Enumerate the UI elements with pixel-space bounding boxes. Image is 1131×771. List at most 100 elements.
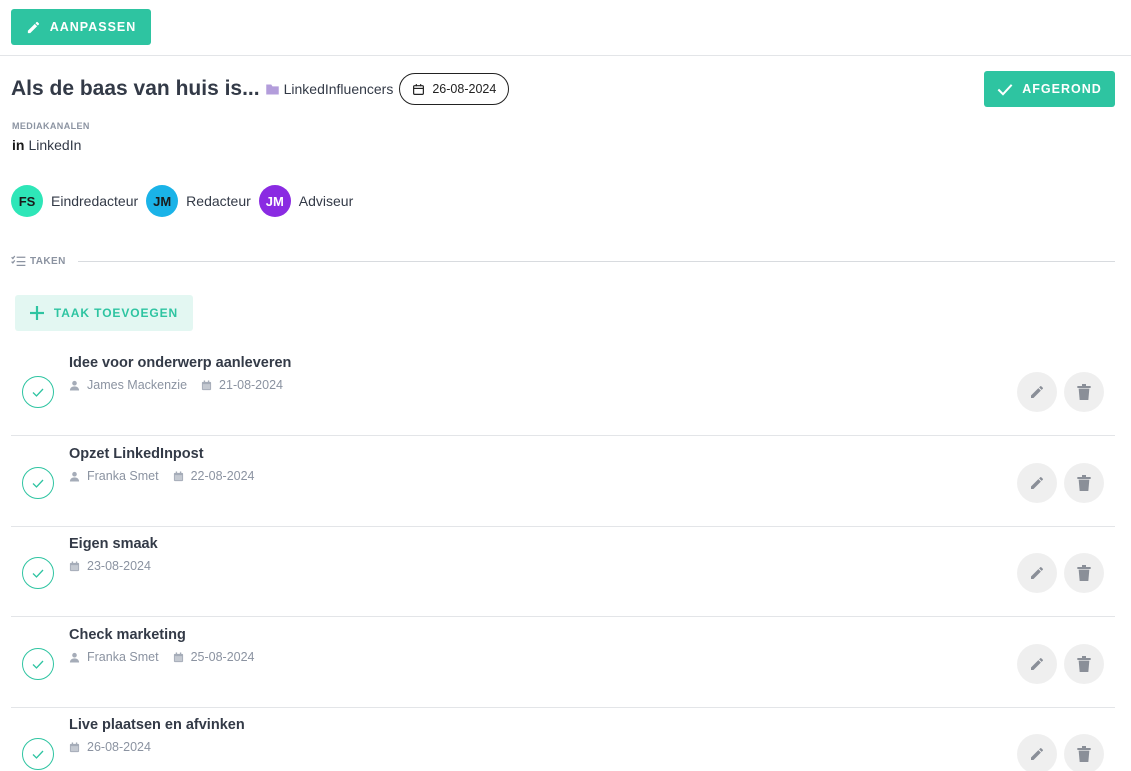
completed-button[interactable]: AFGEROND <box>984 71 1115 107</box>
member-role: Eindredacteur <box>51 193 139 209</box>
task-meta: 26-08-2024 <box>69 740 165 754</box>
task-row: Eigen smaak 23-08-2024 <box>11 527 1115 617</box>
edit-task-button[interactable] <box>1017 463 1057 503</box>
folder-link[interactable]: LinkedInfluencers <box>265 81 394 97</box>
edit-button[interactable]: AANPASSEN <box>11 9 151 45</box>
task-assignee: Franka Smet <box>69 469 159 483</box>
task-assignee-name: Franka Smet <box>87 469 159 483</box>
user-icon <box>69 471 80 482</box>
folder-icon <box>265 84 279 94</box>
task-complete-toggle[interactable] <box>22 557 54 589</box>
due-date-pill[interactable]: 26-08-2024 <box>399 73 510 105</box>
delete-task-button[interactable] <box>1064 372 1104 412</box>
edit-task-button[interactable] <box>1017 644 1057 684</box>
folder-name: LinkedInfluencers <box>283 81 394 97</box>
task-meta: Franka Smet 25-08-2024 <box>69 650 269 664</box>
calendar-icon <box>201 379 212 391</box>
user-icon <box>69 380 80 391</box>
task-assignee-name: Franka Smet <box>87 650 159 664</box>
task-title[interactable]: Opzet LinkedInpost <box>69 446 204 462</box>
task-date: 25-08-2024 <box>173 650 255 664</box>
task-complete-toggle[interactable] <box>22 467 54 499</box>
page-title: Als de baas van huis is... <box>11 77 260 100</box>
task-row: Opzet LinkedInpost Franka Smet 22-08-2024 <box>11 437 1115 527</box>
plus-icon <box>29 306 44 320</box>
edit-task-button[interactable] <box>1017 553 1057 593</box>
task-date-value: 23-08-2024 <box>87 559 151 573</box>
task-meta: Franka Smet 22-08-2024 <box>69 469 269 483</box>
check-icon <box>997 83 1013 96</box>
user-icon <box>69 652 80 663</box>
team-member: FS Eindredacteur <box>11 185 138 217</box>
task-title[interactable]: Check marketing <box>69 627 186 643</box>
tasks-section-header: TAKEN <box>11 255 1115 267</box>
task-assignee: James Mackenzie <box>69 378 187 392</box>
pencil-icon <box>1031 385 1044 398</box>
edit-task-button[interactable] <box>1017 372 1057 412</box>
delete-task-button[interactable] <box>1064 734 1104 771</box>
pencil-icon <box>1031 566 1044 579</box>
completed-button-label: AFGEROND <box>1022 82 1102 96</box>
team-members: FS Eindredacteur JM Redacteur JM Adviseu… <box>11 185 361 217</box>
task-complete-toggle[interactable] <box>22 648 54 680</box>
task-date-value: 21-08-2024 <box>219 378 283 392</box>
task-meta: 23-08-2024 <box>69 559 165 573</box>
add-task-label: TAAK TOEVOEGEN <box>53 306 179 320</box>
task-row: Live plaatsen en afvinken 26-08-2024 <box>11 708 1115 771</box>
task-date-value: 25-08-2024 <box>190 650 255 664</box>
trash-icon <box>1077 746 1091 762</box>
calendar-icon <box>173 470 184 482</box>
edit-button-label: AANPASSEN <box>49 20 137 34</box>
trash-icon <box>1077 565 1091 581</box>
trash-icon <box>1077 475 1091 491</box>
member-role: Adviseur <box>298 193 354 209</box>
delete-task-button[interactable] <box>1064 644 1104 684</box>
pencil-icon <box>1031 747 1044 760</box>
pencil-icon <box>27 21 39 33</box>
trash-icon <box>1077 384 1091 400</box>
task-date-value: 26-08-2024 <box>87 740 151 754</box>
pencil-icon <box>1031 657 1044 670</box>
edit-task-button[interactable] <box>1017 734 1057 771</box>
check-icon <box>32 388 44 397</box>
top-toolbar: AANPASSEN <box>0 0 1131 56</box>
calendar-icon <box>173 651 184 663</box>
delete-task-button[interactable] <box>1064 553 1104 593</box>
check-icon <box>32 569 44 578</box>
calendar-icon <box>69 560 80 572</box>
trash-icon <box>1077 656 1091 672</box>
task-title[interactable]: Idee voor onderwerp aanleveren <box>69 355 291 371</box>
task-title[interactable]: Eigen smaak <box>69 536 158 552</box>
calendar-icon <box>413 83 425 95</box>
team-member: JM Redacteur <box>146 185 251 217</box>
member-role: Redacteur <box>186 193 251 209</box>
task-complete-toggle[interactable] <box>22 738 54 770</box>
task-title[interactable]: Live plaatsen en afvinken <box>69 717 245 733</box>
avatar[interactable]: JM <box>258 185 291 217</box>
calendar-icon <box>69 741 80 753</box>
media-channels-label: MEDIAKANALEN <box>12 121 90 131</box>
task-assignee: Franka Smet <box>69 650 159 664</box>
avatar[interactable]: JM <box>146 185 179 217</box>
delete-task-button[interactable] <box>1064 463 1104 503</box>
check-icon <box>32 479 44 488</box>
task-date: 26-08-2024 <box>69 740 151 754</box>
task-complete-toggle[interactable] <box>22 376 54 408</box>
due-date: 26-08-2024 <box>432 82 497 96</box>
avatar[interactable]: FS <box>11 185 43 217</box>
linkedin-icon: in <box>12 137 25 153</box>
divider <box>77 260 1115 262</box>
tasks-label: TAKEN <box>30 255 66 267</box>
checklist-icon <box>11 255 26 266</box>
media-channel-name: LinkedIn <box>28 137 82 153</box>
title-row: Als de baas van huis is... LinkedInfluen… <box>11 72 510 106</box>
team-member: JM Adviseur <box>258 185 354 217</box>
task-meta: James Mackenzie 21-08-2024 <box>69 378 297 392</box>
add-task-button[interactable]: TAAK TOEVOEGEN <box>15 295 193 331</box>
task-date-value: 22-08-2024 <box>190 469 255 483</box>
task-row: Idee voor onderwerp aanleveren James Mack… <box>11 346 1115 436</box>
task-row: Check marketing Franka Smet 25-08-2024 <box>11 618 1115 708</box>
task-date: 21-08-2024 <box>201 378 283 392</box>
check-icon <box>32 750 44 759</box>
task-date: 23-08-2024 <box>69 559 151 573</box>
